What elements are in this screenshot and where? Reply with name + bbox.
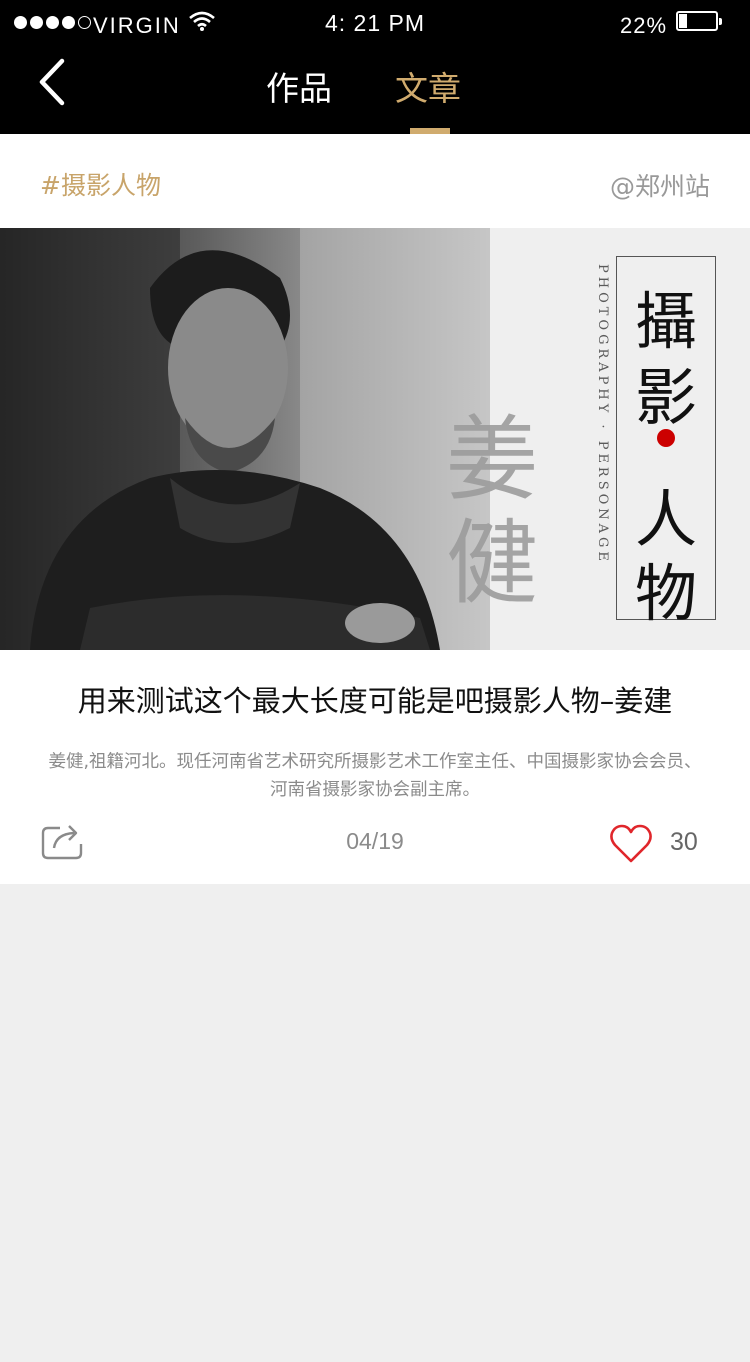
banner-title-frame: 攝 影 人 物 — [616, 256, 716, 630]
heart-icon — [610, 824, 652, 863]
battery-percentage: 22% — [620, 13, 668, 38]
banner-name: 姜健 — [445, 406, 538, 617]
red-dot — [657, 429, 675, 447]
tab-works[interactable]: 作品 — [266, 62, 332, 110]
status-bar: VIRGIN 4: 21 PM 22% — [0, 0, 750, 46]
like-button[interactable] — [609, 824, 653, 864]
frame-char-4: 物 — [634, 557, 697, 630]
battery-icon — [676, 11, 722, 31]
portrait-photo — [0, 228, 490, 650]
article-cover-image[interactable]: 姜健 PHOTOGRAPHY · PERSONAGE 攝 影 人 物 — [0, 228, 750, 650]
category-tag[interactable]: #摄影人物 — [40, 166, 161, 202]
like-count: 30 — [670, 828, 698, 856]
top-bar: VIRGIN 4: 21 PM 22% 作品 文章 — [0, 0, 750, 134]
article-title[interactable]: 用来测试这个最大长度可能是吧摄影人物–姜建 — [0, 678, 750, 720]
article-card: 用来测试这个最大长度可能是吧摄影人物–姜建 姜健,祖籍河北。现任河南省艺术研究所… — [0, 650, 750, 884]
article-summary: 姜健,祖籍河北。现任河南省艺术研究所摄影艺术工作室主任、中国摄影家协会会员、河南… — [48, 752, 702, 800]
frame-char-2: 影 — [634, 361, 697, 434]
article-header: #摄影人物 @郑州站 — [0, 134, 750, 228]
tab-articles[interactable]: 文章 — [395, 62, 461, 110]
back-chevron-icon — [39, 58, 65, 106]
banner-english-vertical: PHOTOGRAPHY · PERSONAGE — [595, 264, 610, 565]
back-button[interactable] — [36, 58, 72, 108]
station-label: @郑州站 — [609, 172, 710, 201]
